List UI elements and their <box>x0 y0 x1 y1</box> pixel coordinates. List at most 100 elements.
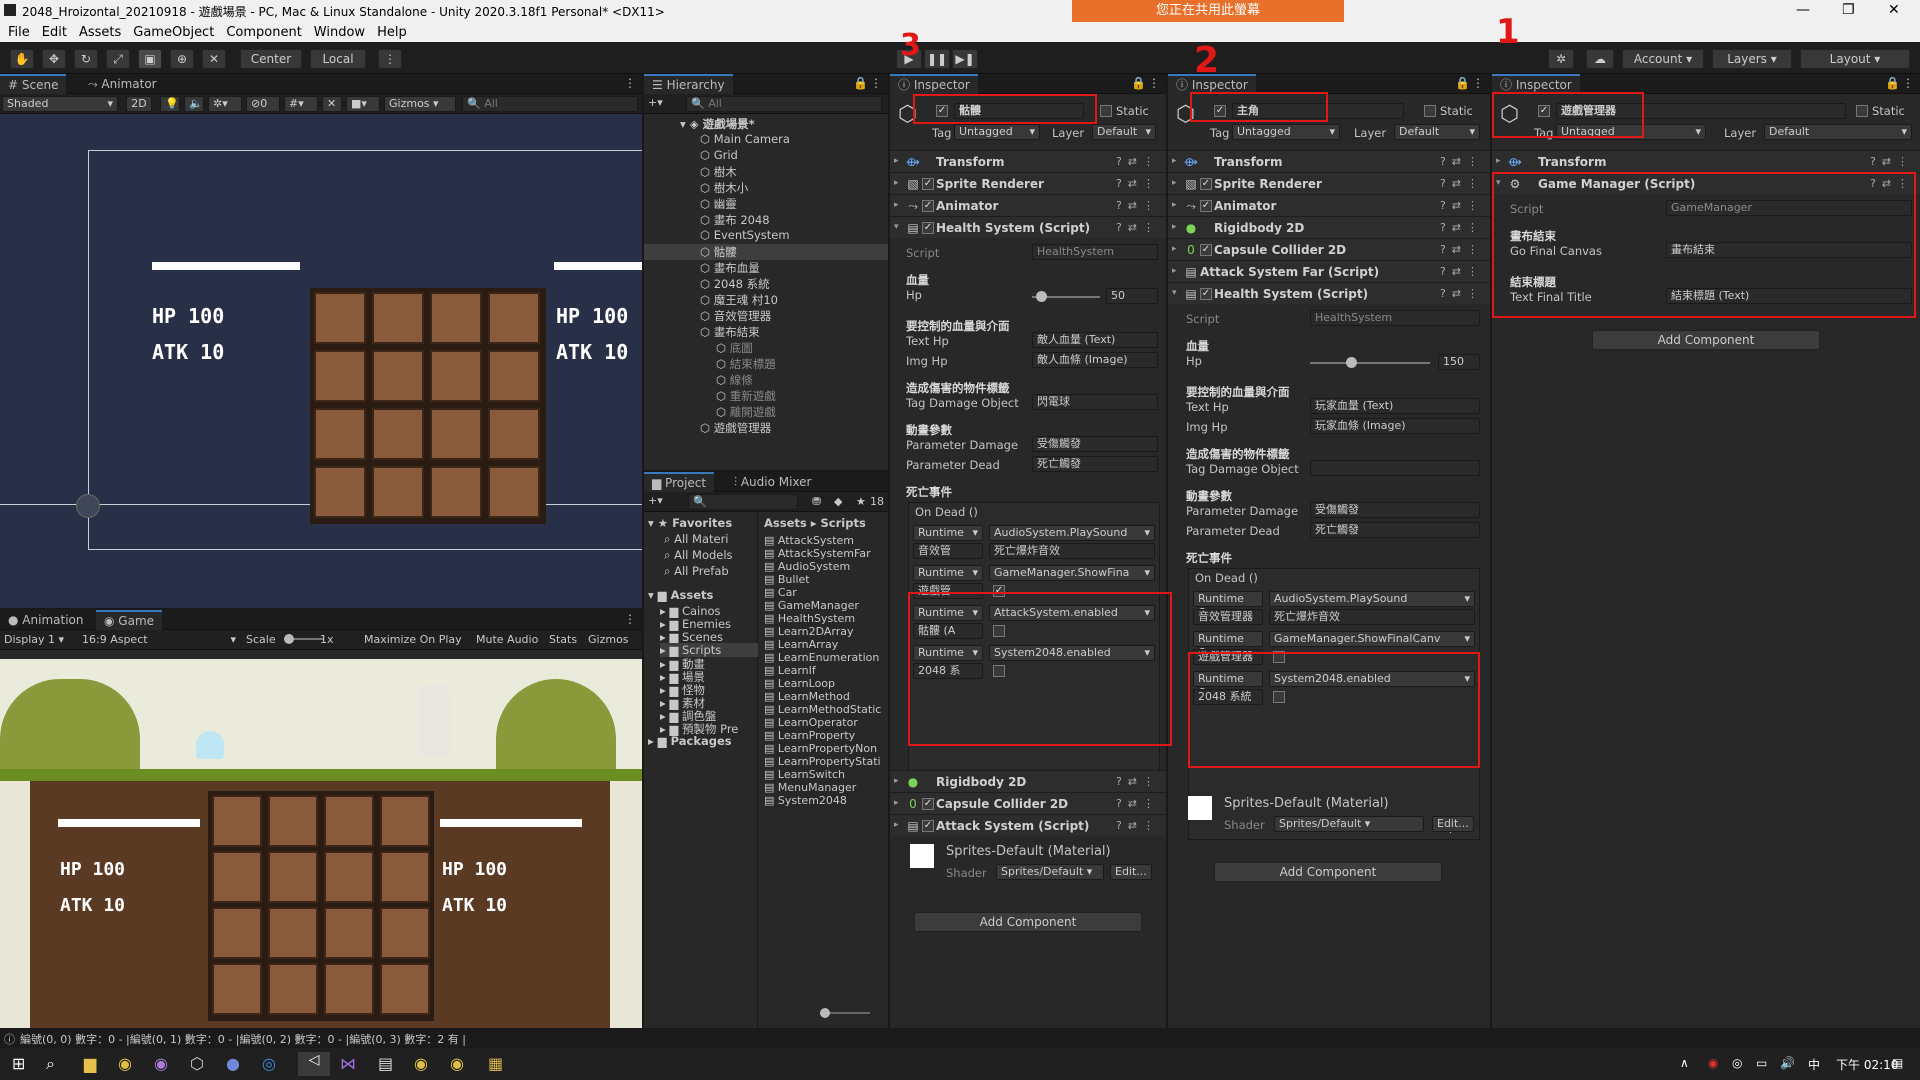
hierarchy-item[interactable]: ⬡ 結束標題 <box>716 356 776 372</box>
shader-dropdown[interactable]: Sprites/Default ▾ <box>1274 816 1424 832</box>
scale-tool-icon[interactable]: ⤢ <box>106 49 130 69</box>
event-argument-field[interactable]: 死亡爆炸音效 <box>1269 609 1475 625</box>
chrome-3-icon[interactable]: ◉ <box>450 1054 464 1073</box>
game-viewport[interactable]: HP 100 ATK 10 HP 100 ATK 10 <box>0 659 642 1028</box>
effects-icon[interactable]: ✲▾ <box>208 96 242 112</box>
go-final-canvas-field[interactable]: 畫布結束 <box>1666 242 1912 258</box>
chrome-2-icon[interactable]: ◉ <box>414 1054 428 1073</box>
component-menu-icon[interactable]: ?⇄⋮ <box>1440 287 1484 300</box>
script-asset[interactable]: ▤ AttackSystem <box>764 534 854 547</box>
add-component-button[interactable]: Add Component <box>914 912 1142 932</box>
component-enabled-checkbox[interactable]: ✓ <box>922 820 934 832</box>
component-enabled-checkbox[interactable]: ✓ <box>1200 178 1212 190</box>
component-enabled-checkbox[interactable]: ✓ <box>1200 288 1212 300</box>
filter-label-icon[interactable]: ◆ <box>834 495 842 508</box>
component-transform[interactable]: ▸ ⟴ Transform ?⇄⋮ <box>1492 150 1920 172</box>
hp-value-field[interactable]: 50 <box>1106 288 1158 304</box>
component-menu-icon[interactable]: ?⇄⋮ <box>1116 199 1160 212</box>
hp-value-field[interactable]: 150 <box>1438 354 1480 370</box>
lock-icon[interactable]: 🔒 <box>1455 76 1470 90</box>
script-field[interactable]: GameManager <box>1666 200 1912 216</box>
param-dead-field[interactable]: 死亡觸發 <box>1310 522 1480 538</box>
text-final-title-field[interactable]: 結束標題 (Text) <box>1666 288 1912 304</box>
component-menu-icon[interactable]: ?⇄⋮ <box>1870 177 1914 190</box>
hierarchy-item[interactable]: ⬡ 樹木 <box>700 164 737 180</box>
2d-toggle[interactable]: 2D <box>126 96 152 112</box>
tab-inspector[interactable]: ⓘ Inspector <box>1492 74 1580 94</box>
static-checkbox[interactable] <box>1100 105 1112 117</box>
shading-dropdown[interactable]: Shaded ▾ <box>2 96 118 112</box>
tools-icon[interactable]: ✕ <box>322 96 342 112</box>
panel-menu-icon[interactable]: ⋮ <box>624 76 636 90</box>
app-2-icon[interactable]: ▦ <box>488 1054 503 1073</box>
aspect-dropdown[interactable]: 16:9 Aspect ▾ <box>82 633 236 646</box>
lock-icon[interactable]: 🔒 <box>1885 76 1900 90</box>
component-menu-icon[interactable]: ?⇄⋮ <box>1116 221 1160 234</box>
component-rigidbody2d[interactable]: ▸ ● Rigidbody 2D ?⇄⋮ <box>890 770 1166 792</box>
panel-menu-icon[interactable]: ⋮ <box>1902 76 1914 90</box>
lock-icon[interactable]: 🔒 <box>853 76 868 90</box>
ime-indicator[interactable]: 中 <box>1808 1056 1820 1073</box>
layer-dropdown[interactable]: Default ▾ <box>1764 124 1912 140</box>
component-enabled-checkbox[interactable]: ✓ <box>922 178 934 190</box>
maximize-on-play-toggle[interactable]: Maximize On Play <box>364 633 462 646</box>
script-asset[interactable]: ▤ MenuManager <box>764 781 856 794</box>
hierarchy-item[interactable]: ⬡ 遊戲管理器 <box>700 420 771 436</box>
rotate-tool-icon[interactable]: ↻ <box>74 49 98 69</box>
visual-studio-icon[interactable]: ⋈ <box>340 1054 356 1073</box>
tag-damage-field[interactable]: 閃電球 <box>1032 394 1158 410</box>
script-asset[interactable]: ▤ LearnSwitch <box>764 768 845 781</box>
folder-item[interactable]: ▸ ▆ Enemies <box>660 617 731 631</box>
component-menu-icon[interactable]: ?⇄⋮ <box>1116 775 1160 788</box>
text-hp-field[interactable]: 玩家血量 (Text) <box>1310 398 1480 414</box>
img-hp-field[interactable]: 敵人血條 (Image) <box>1032 352 1158 368</box>
menu-window[interactable]: Window <box>314 25 365 40</box>
light-icon[interactable]: 💡 <box>160 96 180 112</box>
gizmos-toggle[interactable]: Gizmos <box>588 633 629 646</box>
script-asset[interactable]: ▤ LearnArray <box>764 638 838 651</box>
script-asset[interactable]: ▤ LearnIf <box>764 664 816 677</box>
clock[interactable]: 下午 02:10 <box>1836 1056 1898 1073</box>
hierarchy-item[interactable]: ⬡ 底圖 <box>716 340 753 356</box>
filter-type-icon[interactable]: ⛃ <box>812 495 821 508</box>
script-asset[interactable]: ▤ AttackSystemFar <box>764 547 871 560</box>
tag-damage-field[interactable] <box>1310 460 1480 476</box>
camera-icon[interactable]: ■▾ <box>346 96 380 112</box>
script-asset[interactable]: ▤ LearnLoop <box>764 677 835 690</box>
file-explorer-icon[interactable]: ▆ <box>84 1054 96 1073</box>
panel-menu-icon[interactable]: ⋮ <box>1148 76 1160 90</box>
event-function-dropdown[interactable]: GameManager.ShowFina ▾ <box>989 565 1155 581</box>
event-function-dropdown[interactable]: GameManager.ShowFinalCanv ▾ <box>1269 631 1475 647</box>
packages-folder[interactable]: ▸ ▆ Packages <box>648 734 732 748</box>
component-menu-icon[interactable]: ?⇄⋮ <box>1116 797 1160 810</box>
menu-file[interactable]: File <box>8 25 30 40</box>
app-icon[interactable]: ▤ <box>378 1054 393 1073</box>
scene-search-input[interactable]: 🔍 All <box>462 96 638 112</box>
script-asset[interactable]: ▤ LearnPropertyNon <box>764 742 877 755</box>
component-game-manager[interactable]: ▾ ⚙ Game Manager (Script) ?⇄⋮ <box>1492 172 1920 194</box>
move-tool-icon[interactable]: ✥ <box>42 49 66 69</box>
maximize-button[interactable]: ❐ <box>1842 2 1855 18</box>
audio-icon[interactable]: 🔈 <box>184 96 204 112</box>
folder-item[interactable]: ▸ ▆ Scripts <box>660 643 758 657</box>
event-bool-checkbox[interactable] <box>1273 691 1285 703</box>
script-asset[interactable]: ▤ LearnProperty <box>764 729 855 742</box>
script-asset[interactable]: ▤ LearnMethodStatic <box>764 703 881 716</box>
event-runtime-dropdown[interactable]: Runtime ▾ <box>913 525 983 541</box>
script-asset[interactable]: ▤ LearnOperator <box>764 716 858 729</box>
hidden-objects-icon[interactable]: ⊘0 <box>246 96 280 112</box>
account-dropdown[interactable]: Account ▾ <box>1622 49 1704 69</box>
assets-folder[interactable]: ▾ ▆ Assets <box>648 588 713 602</box>
active-checkbox[interactable]: ✓ <box>1214 105 1226 117</box>
event-bool-checkbox[interactable] <box>1273 651 1285 663</box>
close-button[interactable]: ✕ <box>1888 2 1900 18</box>
tag-dropdown[interactable]: Untagged ▾ <box>1556 124 1706 140</box>
cloud-icon[interactable]: ☁ <box>1586 49 1614 69</box>
component-sprite-renderer[interactable]: ▸ ▧ ✓ Sprite Renderer ?⇄⋮ <box>890 172 1166 194</box>
component-enabled-checkbox[interactable]: ✓ <box>1200 244 1212 256</box>
favorite-icon[interactable]: ★ <box>856 495 866 508</box>
layout-dropdown[interactable]: Layout ▾ <box>1800 49 1910 69</box>
script-asset[interactable]: ▤ LearnPropertyStati <box>764 755 881 768</box>
hp-slider[interactable] <box>1310 362 1430 364</box>
event-object-field[interactable]: 音效管 <box>913 543 983 559</box>
